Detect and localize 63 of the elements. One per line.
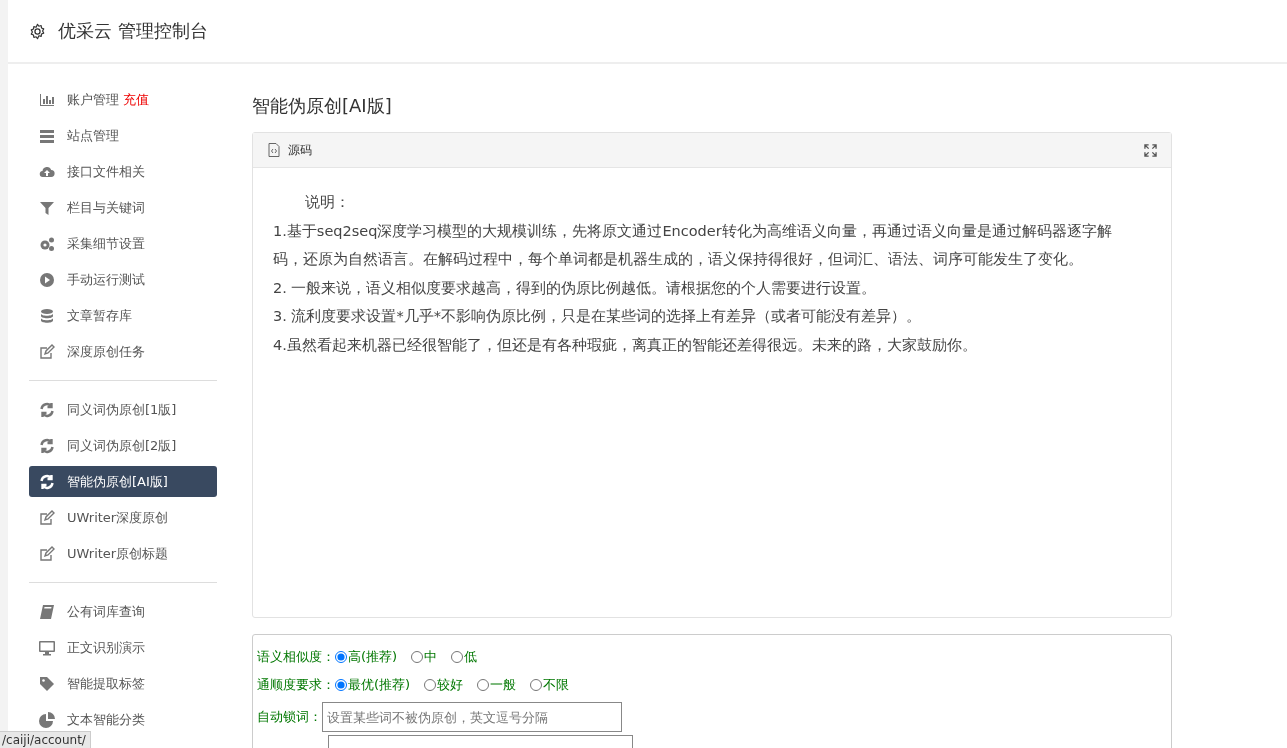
- description-text: 2. 一般来说，语义相似度要求越高，得到的伪原比例越低。请根据您的个人需要进行设置。: [273, 278, 878, 298]
- lock-words-field[interactable]: 设置某些词不被伪原创，英文逗号分隔: [322, 702, 622, 732]
- monitor-icon: [39, 639, 55, 656]
- sidebar-item[interactable]: 智能伪原创[AI版]: [29, 466, 217, 497]
- edit-icon: [39, 343, 55, 360]
- settings-icon: [29, 22, 46, 40]
- fullscreen-icon[interactable]: [1144, 143, 1157, 157]
- radio-button[interactable]: [335, 651, 347, 663]
- sidebar-item[interactable]: 接口文件相关: [29, 156, 217, 187]
- sidebar-item[interactable]: UWriter原创标题: [29, 538, 217, 569]
- play-icon: [39, 271, 55, 288]
- radio-label[interactable]: 不限: [543, 676, 570, 694]
- sidebar-item[interactable]: 正文识别演示: [29, 632, 217, 663]
- radio-button[interactable]: [530, 679, 543, 691]
- pie-icon: [39, 711, 55, 728]
- gears-icon: [39, 235, 55, 252]
- sidebar-item[interactable]: 手动运行测试: [29, 264, 217, 295]
- status-url: /caiji/account/: [0, 731, 91, 748]
- radio-button[interactable]: [411, 651, 424, 663]
- refresh-icon: [39, 401, 55, 418]
- radio-button[interactable]: [335, 679, 347, 691]
- refresh-icon: [39, 437, 55, 454]
- refresh-icon: [39, 473, 55, 490]
- description-text: 3. 流利度要求设置*几乎*不影响伪原比例，只是在某些词的选择上有差异（或者可能没有差异）。: [273, 307, 922, 326]
- sidebar-item[interactable]: 智能提取标签: [29, 668, 217, 699]
- description-text: 4.虽然看起来机器已经很智能了，但还是有各种瑕疵，离真正的智能还差得很远。未来的路，大家鼓励你。: [273, 335, 978, 355]
- database-icon: [39, 307, 55, 324]
- sidebar-item[interactable]: 同义词伪原创[2版]: [29, 430, 217, 461]
- server-icon: [39, 127, 55, 144]
- radio-label[interactable]: 较好: [437, 676, 464, 694]
- sidebar-item[interactable]: UWriter深度原创: [29, 502, 217, 533]
- page-title: 智能伪原创[AI版]: [252, 94, 393, 118]
- option-label: 自动锁词：: [257, 708, 322, 726]
- sidebar-item[interactable]: 栏目与关键词: [29, 192, 217, 223]
- console-title: 优采云 管理控制台: [58, 19, 208, 43]
- description-text: 1.基于seq2seq深度学习模型的大规模训练，先将原文通过Encoder转化为高维语义向量，再通过语义向量是通过解码器逐字解码，还原为自然语言。在解码过程中，每个单词都是机器生成的，语义保持得很好，但词汇、语法、词序可能发生了变化。: [273, 221, 1113, 269]
- description-text: 说明：: [304, 193, 351, 212]
- code-file-icon: [268, 143, 280, 157]
- sidebar-item[interactable]: 站点管理: [29, 120, 217, 151]
- radio-button[interactable]: [477, 679, 490, 691]
- filter-icon: [39, 199, 55, 216]
- recharge-link[interactable]: 充值: [123, 90, 149, 109]
- chart-icon: [39, 91, 55, 108]
- sidebar-item[interactable]: 采集细节设置: [29, 228, 217, 259]
- radio-label[interactable]: 最优(推荐): [348, 676, 411, 694]
- sidebar-item[interactable]: 文章暂存库: [29, 300, 217, 331]
- tag-icon: [39, 675, 55, 692]
- option-label: 通顺度要求：: [257, 676, 335, 694]
- sidebar-item[interactable]: 同义词伪原创[1版]: [29, 394, 217, 425]
- sidebar-item[interactable]: 公有词库查询: [29, 596, 217, 627]
- edit-icon: [39, 509, 55, 526]
- edit-icon: [39, 545, 55, 562]
- radio-label[interactable]: 低: [464, 648, 478, 666]
- radio-button[interactable]: [451, 651, 464, 663]
- option-label: 语义相似度：: [257, 648, 335, 666]
- book-icon: [39, 603, 55, 620]
- sidebar-item[interactable]: 账户管理 充值: [29, 84, 217, 115]
- sidebar-item[interactable]: 深度原创任务: [29, 336, 217, 367]
- source-tab[interactable]: 源码: [268, 141, 312, 159]
- radio-label[interactable]: 高(推荐): [348, 648, 398, 666]
- radio-label[interactable]: 中: [424, 648, 438, 666]
- radio-button[interactable]: [424, 679, 437, 691]
- radio-label[interactable]: 一般: [490, 676, 517, 694]
